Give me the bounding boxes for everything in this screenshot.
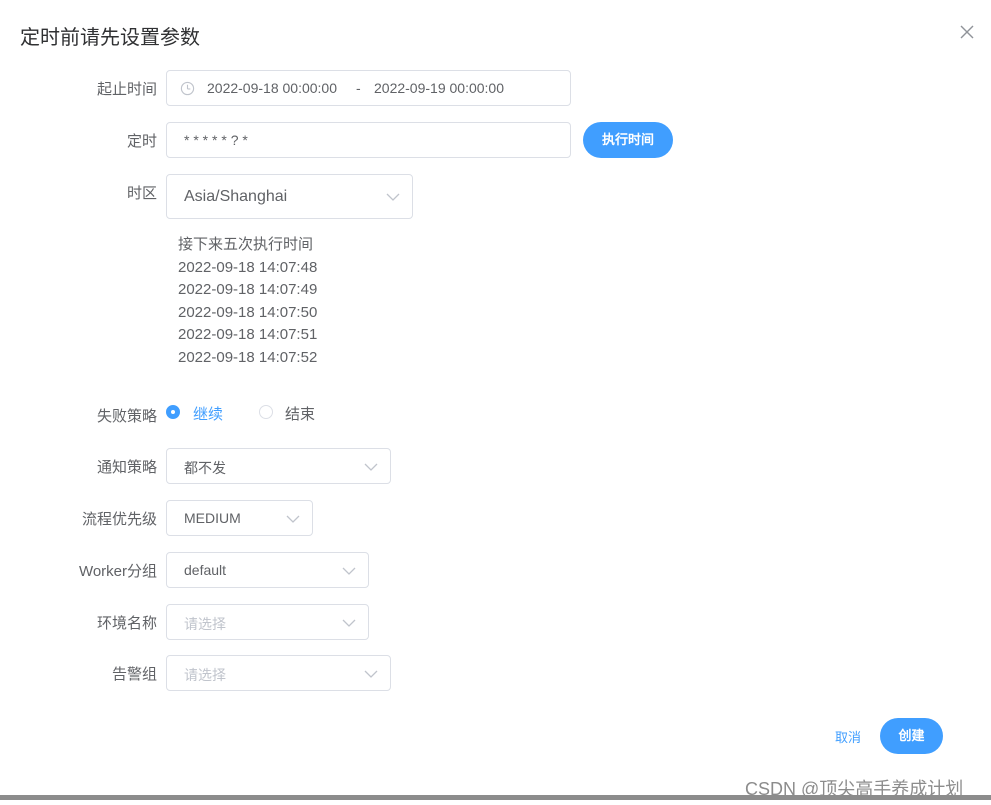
chevron-down-icon (286, 515, 300, 523)
next-run-item: 2022-09-18 14:07:48 (178, 258, 318, 276)
clock-icon (180, 81, 195, 96)
next-runs-list: 接下来五次执行时间 2022-09-18 14:07:48 2022-09-18… (178, 234, 317, 369)
cron-input[interactable]: * * * * * ? * (166, 122, 571, 158)
next-runs-heading: 接下来五次执行时间 (178, 236, 314, 253)
failure-strategy-radio-continue[interactable]: 继续 (166, 403, 236, 423)
chevron-down-icon (364, 463, 378, 471)
chevron-down-icon (364, 670, 378, 678)
chevron-down-icon (386, 193, 400, 201)
radio-label-continue: 继续 (193, 406, 224, 423)
time-range-picker[interactable]: 2022-09-18 00:00:00 - 2022-09-19 00:00:0… (166, 70, 571, 106)
timezone-select[interactable]: Asia/Shanghai (166, 174, 413, 219)
failure-strategy-label: 失败策略 (96, 408, 157, 425)
worker-group-select[interactable]: default (166, 552, 369, 588)
priority-value: MEDIUM (184, 510, 241, 526)
time-range-label: 起止时间 (96, 81, 157, 98)
cron-value: * * * * * ? * (184, 132, 248, 148)
priority-select[interactable]: MEDIUM (166, 500, 313, 536)
notify-strategy-select[interactable]: 都不发 (166, 448, 391, 484)
radio-checked-icon (166, 405, 180, 419)
chevron-down-icon (342, 619, 356, 627)
radio-label-end: 结束 (285, 406, 316, 423)
failure-strategy-radio-end[interactable]: 结束 (259, 403, 329, 423)
next-run-item: 2022-09-18 14:07:49 (178, 281, 318, 298)
next-run-item: 2022-09-18 14:07:50 (178, 303, 318, 321)
environment-select[interactable]: 请选择 (166, 604, 369, 640)
range-separator: - (356, 80, 361, 96)
timezone-value: Asia/Shanghai (184, 188, 288, 205)
alert-group-label: 告警组 (111, 666, 157, 683)
environment-placeholder: 请选择 (184, 616, 226, 632)
end-time-input[interactable]: 2022-09-19 00:00:00 (374, 80, 504, 96)
timezone-label: 时区 (126, 185, 157, 202)
notify-strategy-value: 都不发 (184, 460, 226, 476)
execution-time-button[interactable]: 执行时间 (583, 122, 673, 158)
alert-group-placeholder: 请选择 (184, 667, 226, 683)
radio-unchecked-icon (259, 405, 273, 419)
schedule-dialog: 定时前请先设置参数 起止时间 2022-09-18 00:00:00 - 202… (0, 0, 991, 800)
environment-label: 环境名称 (96, 615, 157, 632)
dialog-title: 定时前请先设置参数 (20, 27, 200, 49)
notify-strategy-label: 通知策略 (96, 459, 157, 476)
next-run-item: 2022-09-18 14:07:51 (178, 326, 318, 343)
start-time-input[interactable]: 2022-09-18 00:00:00 (207, 80, 337, 96)
worker-group-value: default (184, 562, 227, 578)
close-icon[interactable] (957, 22, 977, 42)
priority-label: 流程优先级 (81, 511, 157, 528)
cron-label: 定时 (126, 133, 157, 150)
next-run-item: 2022-09-18 14:07:52 (178, 348, 318, 366)
watermark: CSDN @顶尖高手养成计划 (745, 779, 964, 799)
alert-group-select[interactable]: 请选择 (166, 655, 391, 691)
worker-group-label: Worker分组 (78, 563, 157, 580)
chevron-down-icon (342, 567, 356, 575)
create-button[interactable]: 创建 (880, 718, 943, 754)
cancel-button[interactable]: 取消 (835, 727, 861, 746)
